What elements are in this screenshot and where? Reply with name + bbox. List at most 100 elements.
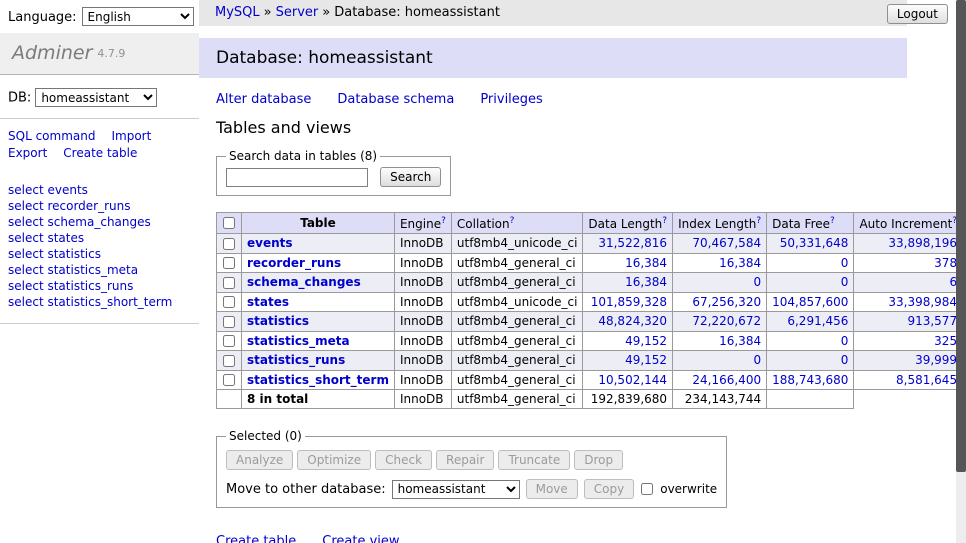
- data-length-link[interactable]: 49,152: [625, 334, 667, 348]
- breadcrumb-link-server[interactable]: Server: [276, 5, 319, 20]
- sidebar-link-import[interactable]: Import: [111, 129, 151, 143]
- sidebar-select-schema-changes[interactable]: select schema_changes: [8, 215, 191, 231]
- row-checkbox-states[interactable]: [223, 296, 235, 308]
- sidebar-select-recorder-runs[interactable]: select recorder_runs: [8, 199, 191, 215]
- optimize-button[interactable]: Optimize: [297, 450, 371, 470]
- auto-increment-link[interactable]: 33,398,984: [888, 295, 957, 309]
- index-length-link[interactable]: 0: [753, 275, 761, 289]
- search-button[interactable]: Search: [380, 167, 441, 187]
- analyze-button[interactable]: Analyze: [226, 450, 293, 470]
- data-length-link[interactable]: 49,152: [625, 353, 667, 367]
- auto-increment-link[interactable]: 378: [934, 256, 957, 270]
- language-select[interactable]: English: [82, 7, 194, 26]
- table-link-recorder-runs[interactable]: recorder_runs: [247, 256, 341, 270]
- auto-increment-link[interactable]: 325: [934, 334, 957, 348]
- sidebar-select-events[interactable]: select events: [8, 183, 191, 199]
- table-link-events[interactable]: events: [247, 236, 293, 250]
- sidebar-select-statistics-short-term[interactable]: select statistics_short_term: [8, 295, 191, 311]
- sidebar-select-states[interactable]: select states: [8, 231, 191, 247]
- bottom-link-create-view[interactable]: Create view: [322, 534, 399, 543]
- index-length-link[interactable]: 67,256,320: [692, 295, 761, 309]
- row-checkbox-recorder-runs[interactable]: [223, 257, 235, 269]
- select-all-checkbox[interactable]: [223, 217, 235, 229]
- data-free-link[interactable]: 0: [841, 334, 849, 348]
- help-link-index-length[interactable]: ?: [756, 216, 761, 226]
- help-link-data-length[interactable]: ?: [662, 216, 667, 226]
- row-checkbox-statistics-runs[interactable]: [223, 355, 235, 367]
- sidebar-select-statistics-runs[interactable]: select statistics_runs: [8, 279, 191, 295]
- data-length-link[interactable]: 48,824,320: [598, 314, 667, 328]
- db-link-database-schema[interactable]: Database schema: [337, 92, 454, 107]
- index-length-link[interactable]: 70,467,584: [692, 236, 761, 250]
- drop-button[interactable]: Drop: [574, 450, 623, 470]
- data-free-link[interactable]: 50,331,648: [780, 236, 849, 250]
- repair-button[interactable]: Repair: [436, 450, 494, 470]
- select-all-cell: [217, 213, 242, 234]
- index-length-link[interactable]: 24,166,400: [692, 373, 761, 387]
- row-checkbox-events[interactable]: [223, 238, 235, 250]
- sidebar-select-statistics[interactable]: select statistics: [8, 247, 191, 263]
- data-length-link[interactable]: 101,859,328: [591, 295, 667, 309]
- auto-increment-link[interactable]: 33,898,196: [888, 236, 957, 250]
- table-link-statistics[interactable]: statistics: [247, 314, 309, 328]
- collation-cell: utf8mb4_general_ci: [451, 351, 583, 371]
- table-link-states[interactable]: states: [247, 295, 289, 309]
- check-button[interactable]: Check: [375, 450, 432, 470]
- move-db-select[interactable]: homeassistant: [392, 480, 520, 499]
- data-free-link[interactable]: 0: [841, 275, 849, 289]
- bottom-link-create-table[interactable]: Create table: [216, 534, 296, 543]
- row-checkbox-statistics[interactable]: [223, 316, 235, 328]
- row-checkbox-statistics-meta[interactable]: [223, 335, 235, 347]
- data-free-link[interactable]: 0: [841, 256, 849, 270]
- index-length-link[interactable]: 16,384: [719, 334, 761, 348]
- db-select[interactable]: homeassistant: [35, 88, 157, 107]
- logout-button[interactable]: Logout: [887, 4, 948, 24]
- sidebar-link-row: Export Create table: [8, 146, 191, 160]
- table-link-statistics-runs[interactable]: statistics_runs: [247, 353, 345, 367]
- data-length-link[interactable]: 16,384: [625, 256, 667, 270]
- scrollbar-thumb[interactable]: [956, 0, 966, 472]
- row-checkbox-statistics-short-term[interactable]: [223, 374, 235, 386]
- data-free-link[interactable]: 6,291,456: [787, 314, 848, 328]
- copy-button[interactable]: Copy: [584, 479, 634, 499]
- sidebar-link-sql-command[interactable]: SQL command: [8, 129, 95, 143]
- move-button[interactable]: Move: [526, 479, 578, 499]
- main-content: Alter databaseDatabase schemaPrivileges …: [199, 92, 907, 543]
- index-length-link[interactable]: 16,384: [719, 256, 761, 270]
- index-length-cell: 67,256,320: [673, 292, 767, 312]
- row-checkbox-schema-changes[interactable]: [223, 277, 235, 289]
- db-link-alter-database[interactable]: Alter database: [216, 92, 311, 107]
- data-length-link[interactable]: 16,384: [625, 275, 667, 289]
- auto-increment-link[interactable]: 39,999: [915, 353, 957, 367]
- sidebar-select-statistics-meta[interactable]: select statistics_meta: [8, 263, 191, 279]
- data-length-link[interactable]: 10,502,144: [598, 373, 667, 387]
- move-row: Move to other database: homeassistant Mo…: [226, 479, 717, 499]
- adminer-page: Language:English MySQL»Server»Database: …: [0, 0, 966, 543]
- row-check-cell: [217, 331, 242, 351]
- index-length-link[interactable]: 72,220,672: [692, 314, 761, 328]
- breadcrumb-link-mysql[interactable]: MySQL: [215, 5, 260, 20]
- search-input[interactable]: [226, 168, 368, 187]
- overwrite-checkbox[interactable]: [641, 483, 653, 495]
- help-link-collation[interactable]: ?: [510, 216, 515, 226]
- truncate-button[interactable]: Truncate: [498, 450, 570, 470]
- auto-increment-link[interactable]: 8,581,645: [896, 373, 957, 387]
- collation-cell: utf8mb4_unicode_ci: [451, 292, 583, 312]
- collation-cell: utf8mb4_general_ci: [451, 331, 583, 351]
- data-length-link[interactable]: 31,522,816: [598, 236, 667, 250]
- db-link-privileges[interactable]: Privileges: [480, 92, 543, 107]
- index-length-link[interactable]: 0: [753, 353, 761, 367]
- data-free-link[interactable]: 188,743,680: [772, 373, 848, 387]
- sidebar-link-create-table[interactable]: Create table: [63, 146, 137, 160]
- table-link-statistics-short-term[interactable]: statistics_short_term: [247, 373, 389, 387]
- table-link-schema-changes[interactable]: schema_changes: [247, 275, 361, 289]
- vertical-scrollbar[interactable]: [956, 0, 966, 543]
- help-link-engine[interactable]: ?: [441, 216, 446, 226]
- data-free-link[interactable]: 0: [841, 353, 849, 367]
- help-link-data-free[interactable]: ?: [830, 216, 835, 226]
- sidebar-link-export[interactable]: Export: [8, 146, 47, 160]
- db-row: DB:homeassistant: [0, 75, 199, 119]
- table-link-statistics-meta[interactable]: statistics_meta: [247, 334, 350, 348]
- auto-increment-link[interactable]: 913,577: [907, 314, 957, 328]
- data-free-link[interactable]: 104,857,600: [772, 295, 848, 309]
